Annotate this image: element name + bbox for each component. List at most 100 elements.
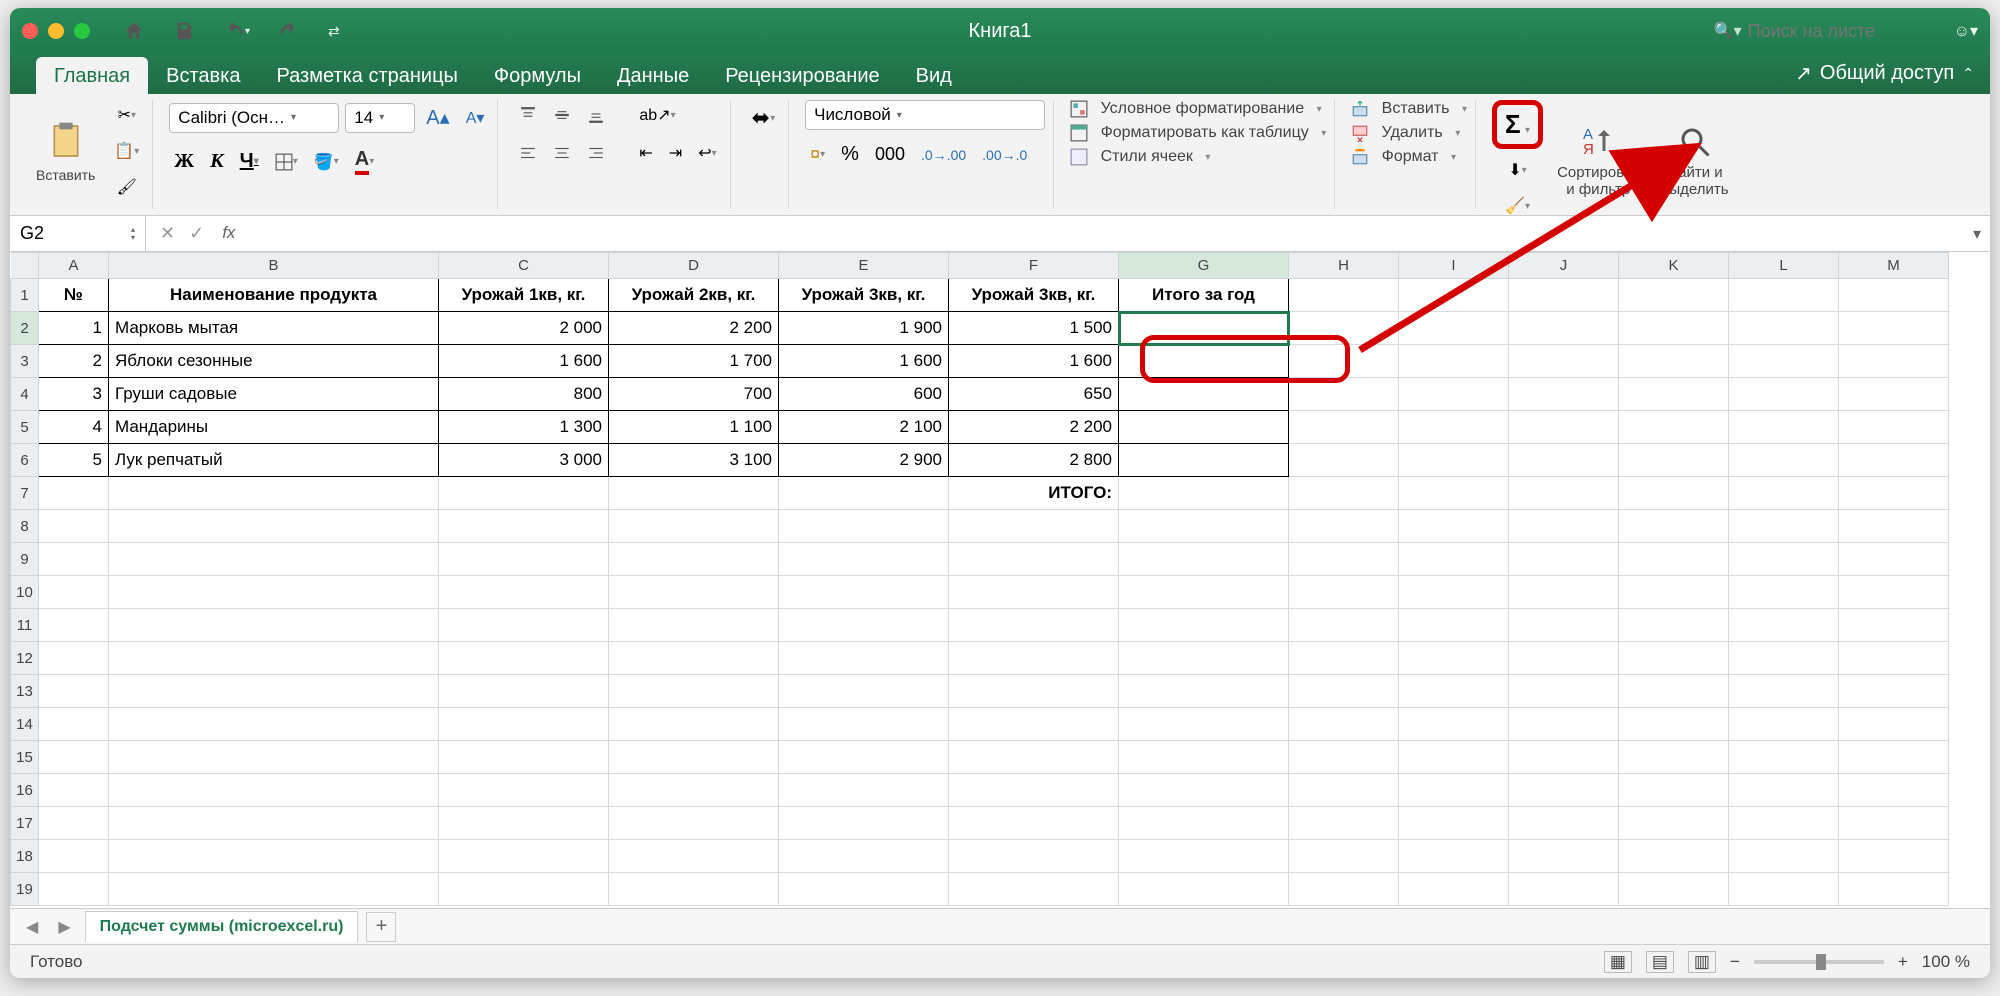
currency-icon[interactable]: ¤▾ (805, 139, 830, 170)
copy-icon[interactable]: 📋▾ (109, 136, 144, 166)
font-size-combo[interactable]: 14▾ (345, 103, 415, 133)
app-window: ▾ ⇄ Книга1 🔍▾ ☺▾ Главная Вставка Разметк… (10, 8, 1990, 978)
decrease-indent-icon[interactable]: ⇤ (634, 138, 657, 168)
fill-color-button[interactable]: 🪣▾ (309, 147, 344, 177)
conditional-formatting-button[interactable]: Условное форматирование ▾ (1070, 100, 1326, 118)
maximize-window[interactable] (74, 23, 90, 39)
search-input[interactable] (1748, 21, 1928, 42)
col-J[interactable]: J (1509, 253, 1619, 279)
col-A[interactable]: A (39, 253, 109, 279)
font-color-button[interactable]: A▾ (350, 143, 379, 180)
search-box[interactable]: 🔍▾ (1714, 21, 1928, 42)
tab-view[interactable]: Вид (898, 57, 970, 94)
prev-sheet-icon[interactable]: ◀ (20, 917, 44, 937)
fx-icon[interactable]: fx (222, 223, 235, 244)
increase-indent-icon[interactable]: ⇥ (664, 138, 687, 168)
orientation-icon[interactable]: ab↗▾ (634, 100, 680, 130)
align-center-icon[interactable] (548, 139, 576, 167)
next-sheet-icon[interactable]: ▶ (52, 917, 76, 937)
col-K[interactable]: K (1619, 253, 1729, 279)
itogo-label[interactable]: ИТОГО: (949, 477, 1119, 510)
align-top-icon[interactable] (514, 101, 542, 129)
borders-button[interactable]: ▾ (270, 148, 303, 176)
add-sheet-button[interactable]: + (366, 912, 396, 942)
save-icon[interactable] (168, 15, 200, 47)
undo-icon[interactable]: ▾ (218, 15, 255, 47)
merge-cells-icon[interactable]: ⬌▾ (747, 100, 780, 136)
minimize-window[interactable] (48, 23, 64, 39)
col-C[interactable]: C (439, 253, 609, 279)
percent-icon[interactable]: % (836, 138, 864, 171)
decrease-decimal-icon[interactable]: .00→.0 (977, 142, 1032, 168)
accept-formula-icon[interactable]: ✓ (189, 223, 204, 244)
share-button[interactable]: ↗ Общий доступ ⌃ (1779, 53, 1990, 94)
align-bottom-icon[interactable] (582, 101, 610, 129)
share-label: Общий доступ (1820, 62, 1954, 85)
align-left-icon[interactable] (514, 139, 542, 167)
redo-icon[interactable] (273, 15, 305, 47)
bold-button[interactable]: Ж (169, 145, 199, 178)
number-format-combo[interactable]: Числовой▾ (805, 100, 1045, 130)
format-as-table-button[interactable]: Форматировать как таблицу ▾ (1070, 124, 1326, 142)
column-headers: A B C D E F G H I J K L M (11, 253, 1949, 279)
page-layout-view-icon[interactable]: ▤ (1646, 951, 1674, 973)
tab-review[interactable]: Рецензирование (707, 57, 897, 94)
wrap-text-icon[interactable]: ↩▾ (693, 138, 721, 168)
autosum-button[interactable]: Σ ▾ (1492, 100, 1543, 149)
sort-filter-button[interactable]: AЯ Сортировка и фильтр (1549, 120, 1647, 202)
zoom-in-icon[interactable]: + (1898, 952, 1908, 972)
format-painter-icon[interactable]: 🖌 (109, 172, 144, 202)
col-F[interactable]: F (949, 253, 1119, 279)
tab-formulas[interactable]: Формулы (476, 57, 599, 94)
col-B[interactable]: B (109, 253, 439, 279)
ribbon: Вставить ✂▾ 📋▾ 🖌 Calibri (Осн…▾ 14▾ A▴ A… (10, 94, 1990, 216)
feedback-icon[interactable]: ☺▾ (1954, 21, 1978, 41)
col-E[interactable]: E (779, 253, 949, 279)
col-I[interactable]: I (1399, 253, 1509, 279)
find-select-button[interactable]: Найти и выделить (1653, 120, 1736, 202)
insert-cells-button[interactable]: Вставить ▾ (1351, 100, 1467, 118)
align-middle-icon[interactable] (548, 101, 576, 129)
format-cells-button[interactable]: Формат ▾ (1351, 148, 1467, 166)
expand-formula-icon[interactable]: ▾ (1964, 224, 1990, 244)
document-title: Книга1 (969, 20, 1032, 43)
font-name-combo[interactable]: Calibri (Осн…▾ (169, 103, 339, 133)
close-window[interactable] (22, 23, 38, 39)
increase-font-icon[interactable]: A▴ (421, 100, 454, 135)
page-break-view-icon[interactable]: ▥ (1688, 951, 1716, 973)
spreadsheet-grid[interactable]: A B C D E F G H I J K L M 1 № Наименован… (10, 252, 1990, 908)
table-row: 4 3 Груши садовые 800 700 600 650 (11, 378, 1949, 411)
tab-home[interactable]: Главная (36, 57, 148, 94)
tab-page-layout[interactable]: Разметка страницы (258, 57, 475, 94)
thousands-icon[interactable]: 000 (870, 139, 910, 170)
col-M[interactable]: M (1839, 253, 1949, 279)
customize-qat-icon[interactable]: ⇄ (323, 18, 345, 45)
tab-insert[interactable]: Вставка (148, 57, 258, 94)
home-icon[interactable] (118, 15, 150, 47)
decrease-font-icon[interactable]: A▾ (461, 103, 490, 133)
name-box[interactable]: G2 ▴▾ (10, 216, 146, 251)
align-right-icon[interactable] (582, 139, 610, 167)
zoom-out-icon[interactable]: − (1730, 952, 1740, 972)
increase-decimal-icon[interactable]: .0→.00 (916, 142, 971, 168)
fill-button[interactable]: ⬇▾ (1492, 155, 1543, 185)
tab-data[interactable]: Данные (599, 57, 707, 94)
paste-button[interactable]: Вставить (28, 115, 103, 187)
cut-icon[interactable]: ✂▾ (109, 100, 144, 130)
formula-input[interactable] (249, 224, 1964, 244)
selected-cell-G2[interactable] (1119, 312, 1289, 345)
delete-cells-button[interactable]: Удалить ▾ (1351, 124, 1467, 142)
cell-styles-button[interactable]: Стили ячеек ▾ (1070, 148, 1326, 166)
col-G[interactable]: G (1119, 253, 1289, 279)
zoom-slider[interactable] (1754, 960, 1884, 964)
col-H[interactable]: H (1289, 253, 1399, 279)
sheet-tab[interactable]: Подсчет суммы (microexcel.ru) (85, 911, 359, 942)
italic-button[interactable]: К (205, 145, 229, 178)
styles-group: Условное форматирование ▾ Форматировать … (1062, 100, 1335, 209)
editing-group: Σ ▾ ⬇▾ 🧹▾ AЯ Сортировка и фильтр Найти и… (1484, 100, 1745, 209)
col-D[interactable]: D (609, 253, 779, 279)
underline-button[interactable]: Ч▾ (235, 145, 264, 178)
col-L[interactable]: L (1729, 253, 1839, 279)
normal-view-icon[interactable]: ▦ (1604, 951, 1632, 973)
cancel-formula-icon[interactable]: ✕ (160, 223, 175, 244)
